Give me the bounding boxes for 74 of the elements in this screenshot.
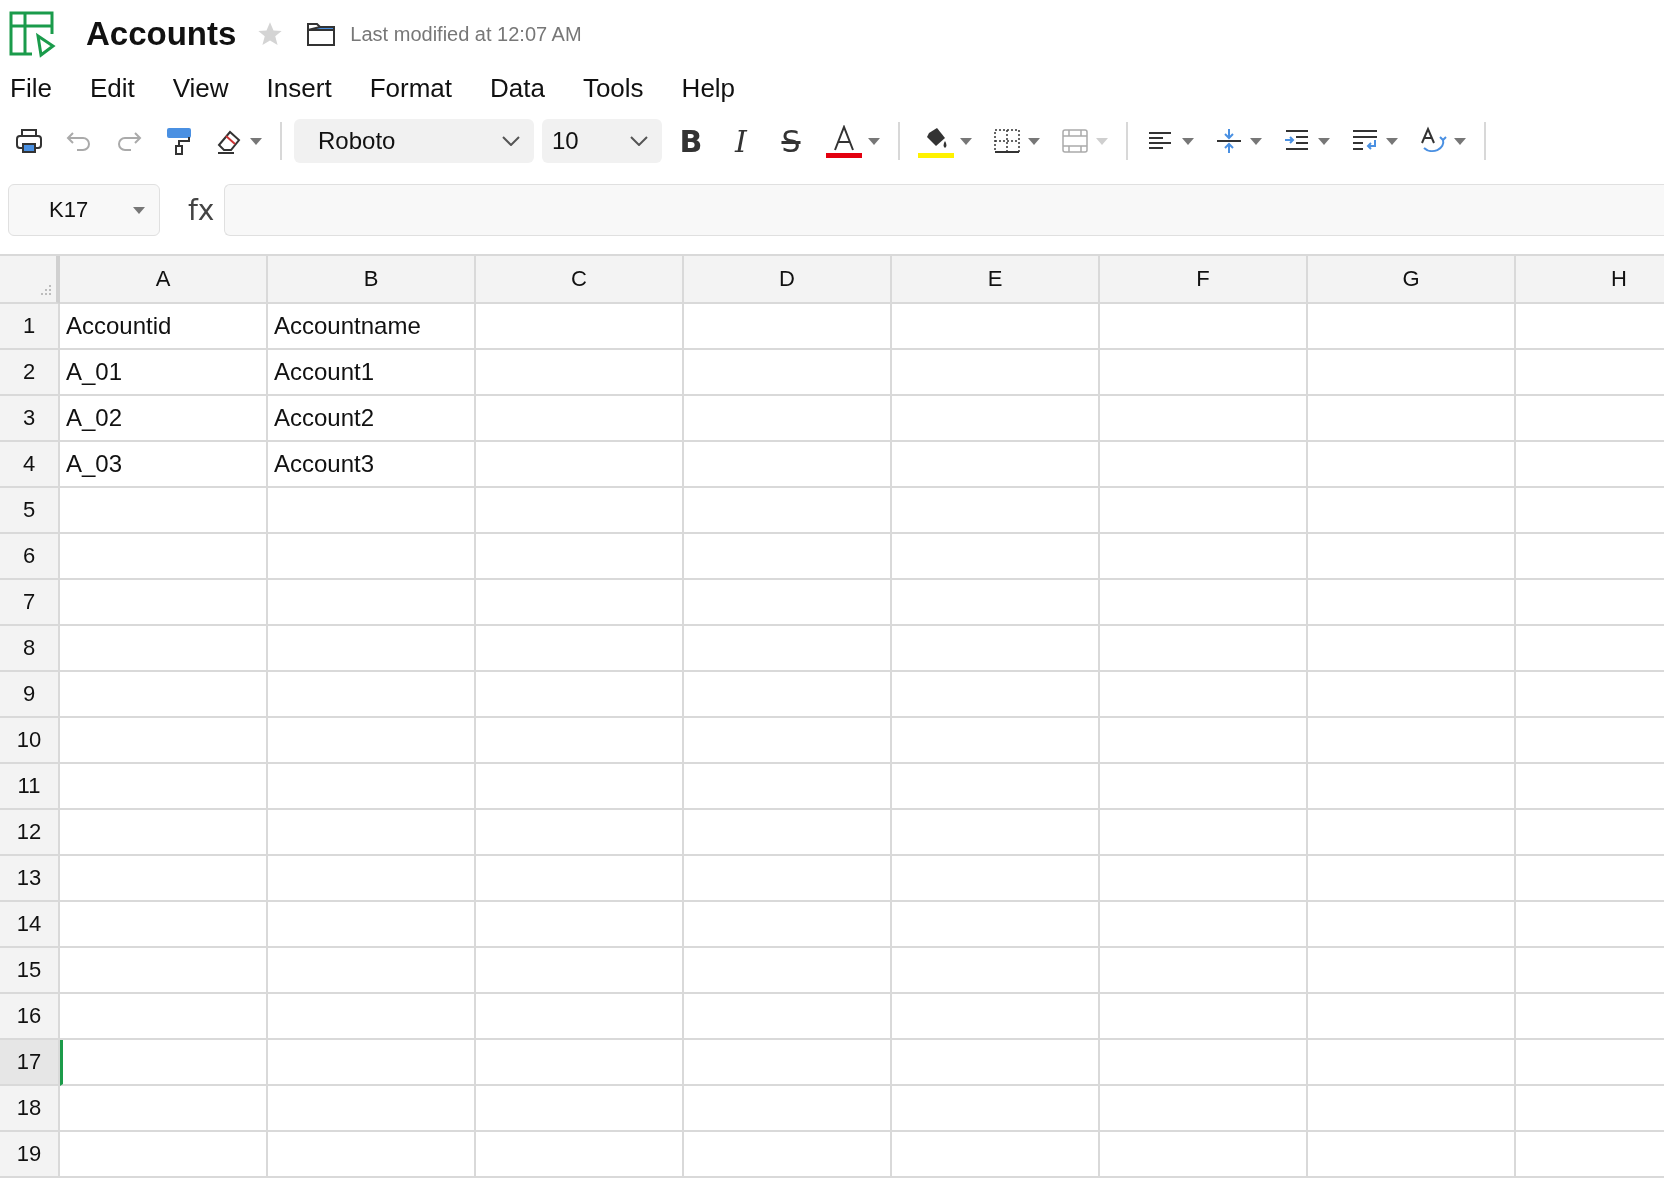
caret-icon xyxy=(960,137,972,145)
row-header[interactable]: 3 xyxy=(0,396,60,442)
menu-item[interactable]: File xyxy=(10,72,52,104)
table-cell: Account3 xyxy=(268,442,476,488)
folder-icon[interactable] xyxy=(306,21,337,47)
row-header[interactable]: 4 xyxy=(0,442,60,488)
row-header[interactable]: 12 xyxy=(0,810,60,856)
paint-roller-icon xyxy=(164,126,194,156)
caret-icon xyxy=(1454,137,1466,145)
spreadsheet-logo-icon[interactable] xyxy=(8,10,56,58)
menu-item[interactable]: Insert xyxy=(266,72,332,104)
table-cell: Account1 xyxy=(268,350,476,396)
column-header[interactable]: C xyxy=(476,256,684,304)
column-header[interactable]: A xyxy=(60,256,268,304)
caret-icon xyxy=(133,206,145,214)
caret-icon xyxy=(1182,137,1194,145)
caret-icon xyxy=(868,137,880,145)
row-header[interactable]: 15 xyxy=(0,948,60,994)
dots-icon xyxy=(38,284,52,298)
column-header[interactable]: B xyxy=(268,256,476,304)
caret-icon xyxy=(1028,137,1040,145)
menu-item[interactable]: Help xyxy=(681,72,736,104)
row-header[interactable]: 14 xyxy=(0,902,60,948)
font-family-dropdown[interactable]: Roboto xyxy=(294,119,534,163)
formula-input-field[interactable] xyxy=(224,184,1664,236)
chevron-down-icon xyxy=(502,136,520,146)
document-title[interactable]: Accounts xyxy=(86,15,237,53)
printer-icon xyxy=(14,126,44,156)
column-header[interactable]: D xyxy=(684,256,892,304)
table-cell: A_02 xyxy=(60,396,268,442)
row-header[interactable]: 10 xyxy=(0,718,60,764)
row-header[interactable]: 9 xyxy=(0,672,60,718)
row-header[interactable]: 1 xyxy=(0,304,60,350)
caret-icon xyxy=(1096,137,1108,145)
column-header[interactable]: F xyxy=(1100,256,1308,304)
row-header[interactable]: 8 xyxy=(0,626,60,672)
caret-icon xyxy=(1318,137,1330,145)
table-cell: A_03 xyxy=(60,442,268,488)
merge-cells-icon xyxy=(1060,126,1090,156)
row-header[interactable]: 13 xyxy=(0,856,60,902)
column-header[interactable]: H xyxy=(1516,256,1664,304)
column-header[interactable]: G xyxy=(1308,256,1516,304)
table-cell: Accountid xyxy=(60,304,268,350)
row-header[interactable]: 19 xyxy=(0,1132,60,1178)
table-cell: A_01 xyxy=(60,350,268,396)
menu-item[interactable]: Edit xyxy=(89,72,135,104)
menu-item[interactable]: Data xyxy=(490,72,545,104)
menu-item[interactable]: View xyxy=(172,72,229,104)
table-cell: Accountname xyxy=(268,304,476,350)
caret-icon xyxy=(250,137,262,145)
cell-name-box[interactable]: K17 xyxy=(8,184,160,236)
chevron-down-icon xyxy=(630,136,648,146)
row-header[interactable]: 2 xyxy=(0,350,60,396)
strike-button[interactable]: S xyxy=(770,119,812,163)
table-cell: Account2 xyxy=(268,396,476,442)
row-header[interactable]: 11 xyxy=(0,764,60,810)
row-header[interactable]: 18 xyxy=(0,1086,60,1132)
row-header[interactable]: 17 xyxy=(0,1040,60,1086)
row-header[interactable]: 16 xyxy=(0,994,60,1040)
menu-item[interactable]: Format xyxy=(369,72,452,104)
bold-button[interactable]: B xyxy=(670,119,712,163)
caret-icon xyxy=(1386,137,1398,145)
vertical-align-icon xyxy=(1214,126,1244,156)
borders-icon xyxy=(992,126,1022,156)
fx-label: fx xyxy=(188,193,215,227)
menu-item[interactable]: Tools xyxy=(582,72,644,104)
font-size-dropdown[interactable]: 10 xyxy=(542,119,662,163)
row-header[interactable]: 7 xyxy=(0,580,60,626)
row-header[interactable]: 5 xyxy=(0,488,60,534)
italic-button[interactable]: I xyxy=(720,119,762,163)
row-header[interactable]: 6 xyxy=(0,534,60,580)
column-header[interactable]: E xyxy=(892,256,1100,304)
last-modified-text: Last modified at 12:07 AM xyxy=(350,22,582,46)
caret-icon xyxy=(1250,137,1262,145)
